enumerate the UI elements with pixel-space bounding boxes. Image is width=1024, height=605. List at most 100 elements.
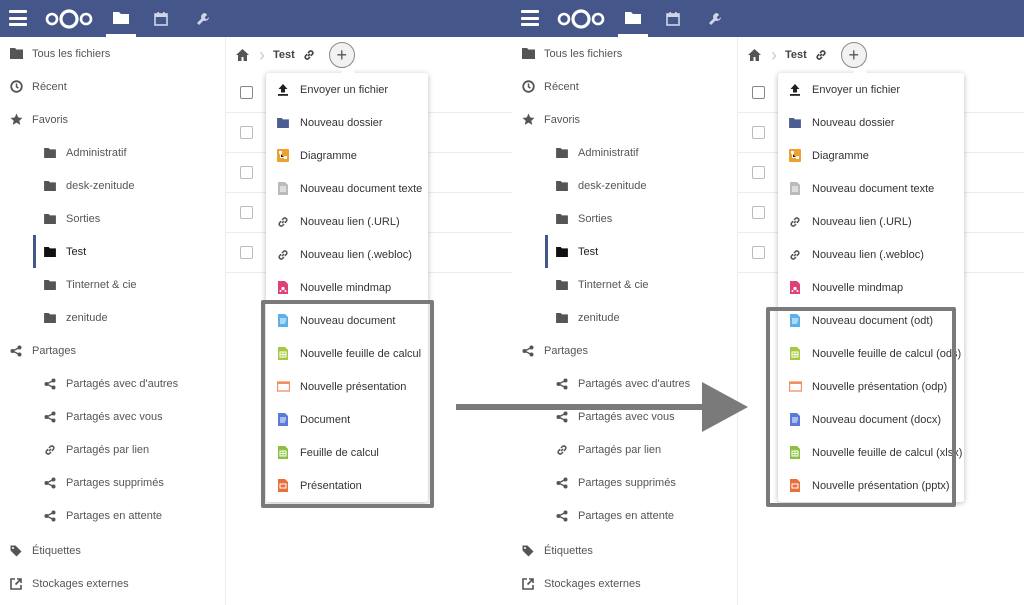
row-checkbox[interactable] [240, 206, 253, 219]
nav-label: Administratif [66, 146, 127, 159]
files-app-icon[interactable] [618, 0, 648, 37]
nav-folder-desk-zenitude[interactable]: desk-zenitude [43, 169, 135, 202]
menu-item-document[interactable]: Document [266, 403, 428, 436]
nav-folder-zenitude[interactable]: zenitude [43, 301, 108, 334]
presentation-icon [788, 380, 802, 394]
nav-tags[interactable]: Étiquettes [9, 534, 81, 567]
nav-all-files[interactable]: Tous les fichiers [9, 37, 110, 70]
breadcrumb-current[interactable]: Test [273, 49, 295, 61]
nav-folder-zenitude[interactable]: zenitude [555, 301, 620, 334]
nav-shares[interactable]: Partages [9, 334, 76, 367]
nav-folder-desk-zenitude[interactable]: desk-zenitude [555, 169, 647, 202]
home-icon[interactable] [747, 48, 761, 62]
nav-pending-shares[interactable]: Partages en attente [555, 499, 674, 532]
menu-item-label: Nouveau document (docx) [812, 413, 942, 426]
home-icon[interactable] [235, 48, 249, 62]
nav-folder-administratif[interactable]: Administratif [43, 136, 127, 169]
wrench-app-icon[interactable] [700, 0, 730, 37]
calendar-app-icon[interactable] [146, 0, 176, 37]
nav-folder-sorties[interactable]: Sorties [43, 202, 100, 235]
breadcrumb-current[interactable]: Test [785, 49, 807, 61]
nav-pending-shares[interactable]: Partages en attente [43, 499, 162, 532]
menu-item-new-webloc[interactable]: Nouveau lien (.webloc) [778, 238, 964, 271]
menu-item-upload[interactable]: Envoyer un fichier [266, 73, 428, 106]
menu-item-diagram[interactable]: Diagramme [266, 139, 428, 172]
menu-item-new-spreadsheet-ods[interactable]: Nouvelle feuille de calcul (ods) [778, 337, 964, 370]
menu-item-new-text[interactable]: Nouveau document texte [778, 172, 964, 205]
nav-folder-test[interactable]: Test [544, 235, 598, 268]
nav-folder-administratif[interactable]: Administratif [555, 136, 639, 169]
menu-item-new-text[interactable]: Nouveau document texte [266, 172, 428, 205]
nextcloud-logo-icon[interactable] [44, 7, 94, 31]
folder-icon [43, 146, 57, 160]
document-blue-icon [788, 413, 802, 427]
share-link-icon[interactable] [303, 49, 315, 61]
menu-item-new-document[interactable]: Nouveau document [266, 304, 428, 337]
menu-item-upload[interactable]: Envoyer un fichier [778, 73, 964, 106]
nav-folder-test[interactable]: Test [32, 235, 86, 268]
row-checkbox[interactable] [240, 246, 253, 259]
menu-item-new-document-docx[interactable]: Nouveau document (docx) [778, 403, 964, 436]
folder-icon [43, 278, 57, 292]
folder-icon [555, 179, 569, 193]
nav-label: Tous les fichiers [544, 47, 623, 60]
files-app-icon[interactable] [106, 0, 136, 37]
nav-all-files[interactable]: Tous les fichiers [521, 37, 622, 70]
share-icon [521, 344, 535, 358]
nav-shares[interactable]: Partages [521, 334, 588, 367]
nav-favorites[interactable]: Favoris [521, 103, 580, 136]
menu-item-new-url[interactable]: Nouveau lien (.URL) [266, 205, 428, 238]
nav-tags[interactable]: Étiquettes [521, 534, 593, 567]
menu-item-new-presentation-pptx[interactable]: Nouvelle présentation (pptx) [778, 469, 964, 502]
folder-icon [555, 212, 569, 226]
menu-item-new-url[interactable]: Nouveau lien (.URL) [778, 205, 964, 238]
nav-favorites[interactable]: Favoris [9, 103, 68, 136]
menu-item-new-presentation[interactable]: Nouvelle présentation [266, 370, 428, 403]
menu-item-new-document-odt[interactable]: Nouveau document (odt) [778, 304, 964, 337]
select-all-checkbox[interactable] [752, 86, 765, 99]
row-checkbox[interactable] [240, 126, 253, 139]
select-all-checkbox[interactable] [240, 86, 253, 99]
nav-folder-sorties[interactable]: Sorties [555, 202, 612, 235]
menu-item-diagram[interactable]: Diagramme [778, 139, 964, 172]
nav-shared-by-link[interactable]: Partagés par lien [43, 433, 149, 466]
nav-shared-by-link[interactable]: Partagés par lien [555, 433, 661, 466]
menu-item-spreadsheet[interactable]: Feuille de calcul [266, 436, 428, 469]
row-checkbox[interactable] [752, 126, 765, 139]
nav-shared-with-others[interactable]: Partagés avec d'autres [43, 367, 178, 400]
menu-item-new-folder[interactable]: Nouveau dossier [266, 106, 428, 139]
menu-item-new-webloc[interactable]: Nouveau lien (.webloc) [266, 238, 428, 271]
share-link-icon[interactable] [815, 49, 827, 61]
nav-recent[interactable]: Récent [9, 70, 67, 103]
nav-external-storage[interactable]: Stockages externes [521, 567, 641, 600]
row-checkbox[interactable] [752, 246, 765, 259]
menu-item-new-spreadsheet[interactable]: Nouvelle feuille de calcul [266, 337, 428, 370]
new-file-button[interactable]: + [328, 42, 355, 68]
menu-item-mindmap[interactable]: Nouvelle mindmap [778, 271, 964, 304]
menu-item-new-folder[interactable]: Nouveau dossier [778, 106, 964, 139]
nextcloud-logo-icon[interactable] [556, 7, 606, 31]
row-checkbox[interactable] [752, 166, 765, 179]
menu-item-mindmap[interactable]: Nouvelle mindmap [266, 271, 428, 304]
wrench-app-icon[interactable] [188, 0, 218, 37]
text-file-icon [276, 182, 290, 196]
nav-deleted-shares[interactable]: Partages supprimés [43, 466, 164, 499]
nav-folder-tinternet[interactable]: Tinternet & cie [43, 268, 137, 301]
row-checkbox[interactable] [240, 166, 253, 179]
nav-folder-tinternet[interactable]: Tinternet & cie [555, 268, 649, 301]
nav-shared-with-you[interactable]: Partagés avec vous [43, 400, 163, 433]
new-file-button[interactable]: + [840, 42, 867, 68]
row-checkbox[interactable] [752, 206, 765, 219]
menu-item-new-spreadsheet-xlsx[interactable]: Nouvelle feuille de calcul (xlsx) [778, 436, 964, 469]
upload-icon [276, 83, 290, 97]
menu-item-presentation[interactable]: Présentation [266, 469, 428, 502]
menu-item-new-presentation-odp[interactable]: Nouvelle présentation (odp) [778, 370, 964, 403]
menu-item-label: Nouvelle feuille de calcul [300, 347, 422, 360]
nav-deleted-shares[interactable]: Partages supprimés [555, 466, 676, 499]
link-icon [555, 443, 569, 457]
menu-icon[interactable] [521, 10, 539, 26]
nav-external-storage[interactable]: Stockages externes [9, 567, 129, 600]
menu-icon[interactable] [9, 10, 27, 26]
calendar-app-icon[interactable] [658, 0, 688, 37]
nav-recent[interactable]: Récent [521, 70, 579, 103]
